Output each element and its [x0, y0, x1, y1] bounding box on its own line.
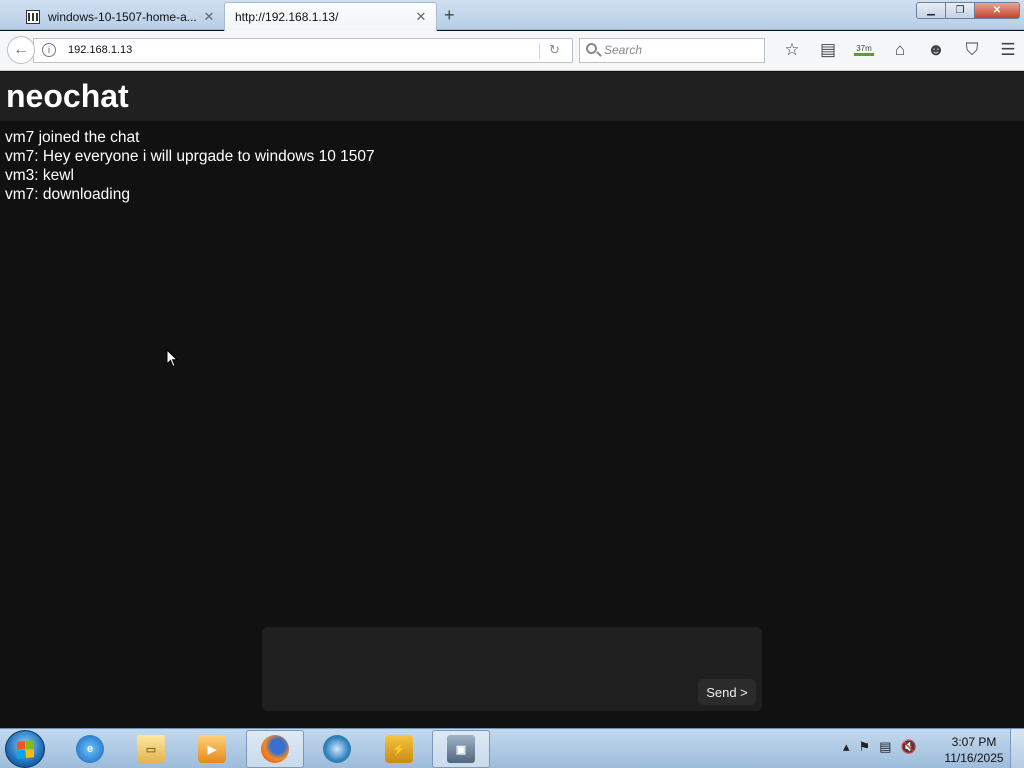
downloads-icon[interactable]: 37m: [846, 36, 882, 64]
restore-button[interactable]: ❐: [945, 2, 975, 19]
download-badge: 37m: [854, 44, 874, 56]
winamp-icon: ⚡: [385, 735, 413, 763]
close-tab-icon[interactable]: ✕: [414, 9, 428, 25]
tab-strip: windows-10-1507-home-a... ✕ http://192.1…: [0, 0, 1024, 31]
home-icon[interactable]: ⌂: [882, 36, 918, 64]
page-content: neochat vm7 joined the chat vm7: Hey eve…: [0, 72, 1024, 728]
tab-title: http://192.168.1.13/: [235, 10, 339, 24]
window-controls: ▁ ❐ ✕: [916, 2, 1020, 19]
taskbar-winamp[interactable]: ⚡: [370, 730, 428, 768]
taskbar-media-player[interactable]: ▶: [183, 730, 241, 768]
search-input[interactable]: [604, 43, 754, 57]
app-header: neochat: [0, 72, 1024, 121]
chat-icon[interactable]: ☻: [918, 36, 954, 64]
send-button[interactable]: Send >: [698, 679, 756, 705]
address-bar[interactable]: i 192.168.1.13 ↻: [33, 38, 573, 63]
computer-icon: ▣: [447, 735, 475, 763]
message-input[interactable]: [270, 633, 700, 703]
firefox-icon: [261, 735, 289, 763]
navigation-bar: i 192.168.1.13 ↻ ← ☆ ▤ 37m ⌂ ☻ ⛉ ☰: [0, 31, 1024, 71]
taskbar-internet-explorer[interactable]: e: [61, 730, 119, 768]
toolbar-icons: ☆ ▤ 37m ⌂ ☻ ⛉ ☰: [774, 36, 1024, 64]
info-icon[interactable]: i: [42, 43, 56, 57]
taskbar-network-app[interactable]: [308, 730, 366, 768]
close-window-button[interactable]: ✕: [974, 2, 1020, 19]
page-title: neochat: [6, 78, 129, 114]
clock-date: 11/16/2025: [944, 751, 1004, 765]
media-player-icon: ▶: [198, 735, 226, 763]
minimize-button[interactable]: ▁: [916, 2, 946, 19]
taskbar-file-explorer[interactable]: ▭: [122, 730, 180, 768]
chat-message: vm3: kewl: [5, 167, 74, 184]
internet-explorer-icon: e: [76, 735, 104, 763]
tab-neochat[interactable]: http://192.168.1.13/ ✕: [224, 2, 437, 31]
action-center-flag-icon[interactable]: ⚑: [859, 739, 871, 755]
network-icon[interactable]: ▤: [879, 739, 891, 755]
bookmark-star-icon[interactable]: ☆: [774, 36, 810, 64]
start-button[interactable]: [5, 730, 45, 768]
reload-icon[interactable]: ↻: [549, 42, 560, 58]
taskbar-remote-desktop[interactable]: ▣: [432, 730, 490, 768]
tab-title: windows-10-1507-home-a...: [48, 9, 197, 24]
volume-muted-icon[interactable]: 🔇: [900, 739, 916, 755]
taskbar: e ▭ ▶ ⚡ ▣ ▴ ⚑ ▤ 🔇 3:07 PM 11/16/2025: [0, 728, 1024, 768]
system-tray: ▴ ⚑ ▤ 🔇: [843, 739, 926, 755]
menu-icon[interactable]: ☰: [990, 36, 1024, 64]
chat-message: vm7 joined the chat: [5, 129, 140, 146]
reading-list-icon[interactable]: ▤: [810, 36, 846, 64]
search-icon: [586, 43, 597, 54]
tab-download[interactable]: windows-10-1507-home-a... ✕: [14, 3, 224, 30]
chat-message: vm7: downloading: [5, 186, 130, 203]
chat-message: vm7: Hey everyone i will uprgade to wind…: [5, 148, 375, 165]
back-button[interactable]: ←: [7, 36, 35, 64]
new-tab-button[interactable]: +: [444, 5, 455, 26]
back-arrow-icon: ←: [13, 41, 29, 58]
folder-icon: ▭: [137, 735, 165, 763]
url-text[interactable]: 192.168.1.13: [68, 44, 132, 56]
show-desktop-button[interactable]: [1010, 729, 1024, 768]
archive-icon: [26, 9, 40, 24]
message-list: vm7 joined the chat vm7: Hey everyone i …: [5, 128, 375, 204]
show-hidden-icons-icon[interactable]: ▴: [843, 739, 850, 755]
close-tab-icon[interactable]: ✕: [202, 9, 216, 25]
message-composer: Send >: [262, 627, 762, 711]
divider: [539, 43, 540, 59]
clock[interactable]: 3:07 PM 11/16/2025: [938, 734, 1010, 766]
search-box[interactable]: [579, 38, 765, 63]
clock-time: 3:07 PM: [951, 735, 997, 749]
taskbar-firefox[interactable]: [246, 730, 304, 768]
windows-logo-icon: [16, 739, 34, 759]
pocket-icon[interactable]: ⛉: [954, 36, 990, 64]
globe-icon: [323, 735, 351, 763]
